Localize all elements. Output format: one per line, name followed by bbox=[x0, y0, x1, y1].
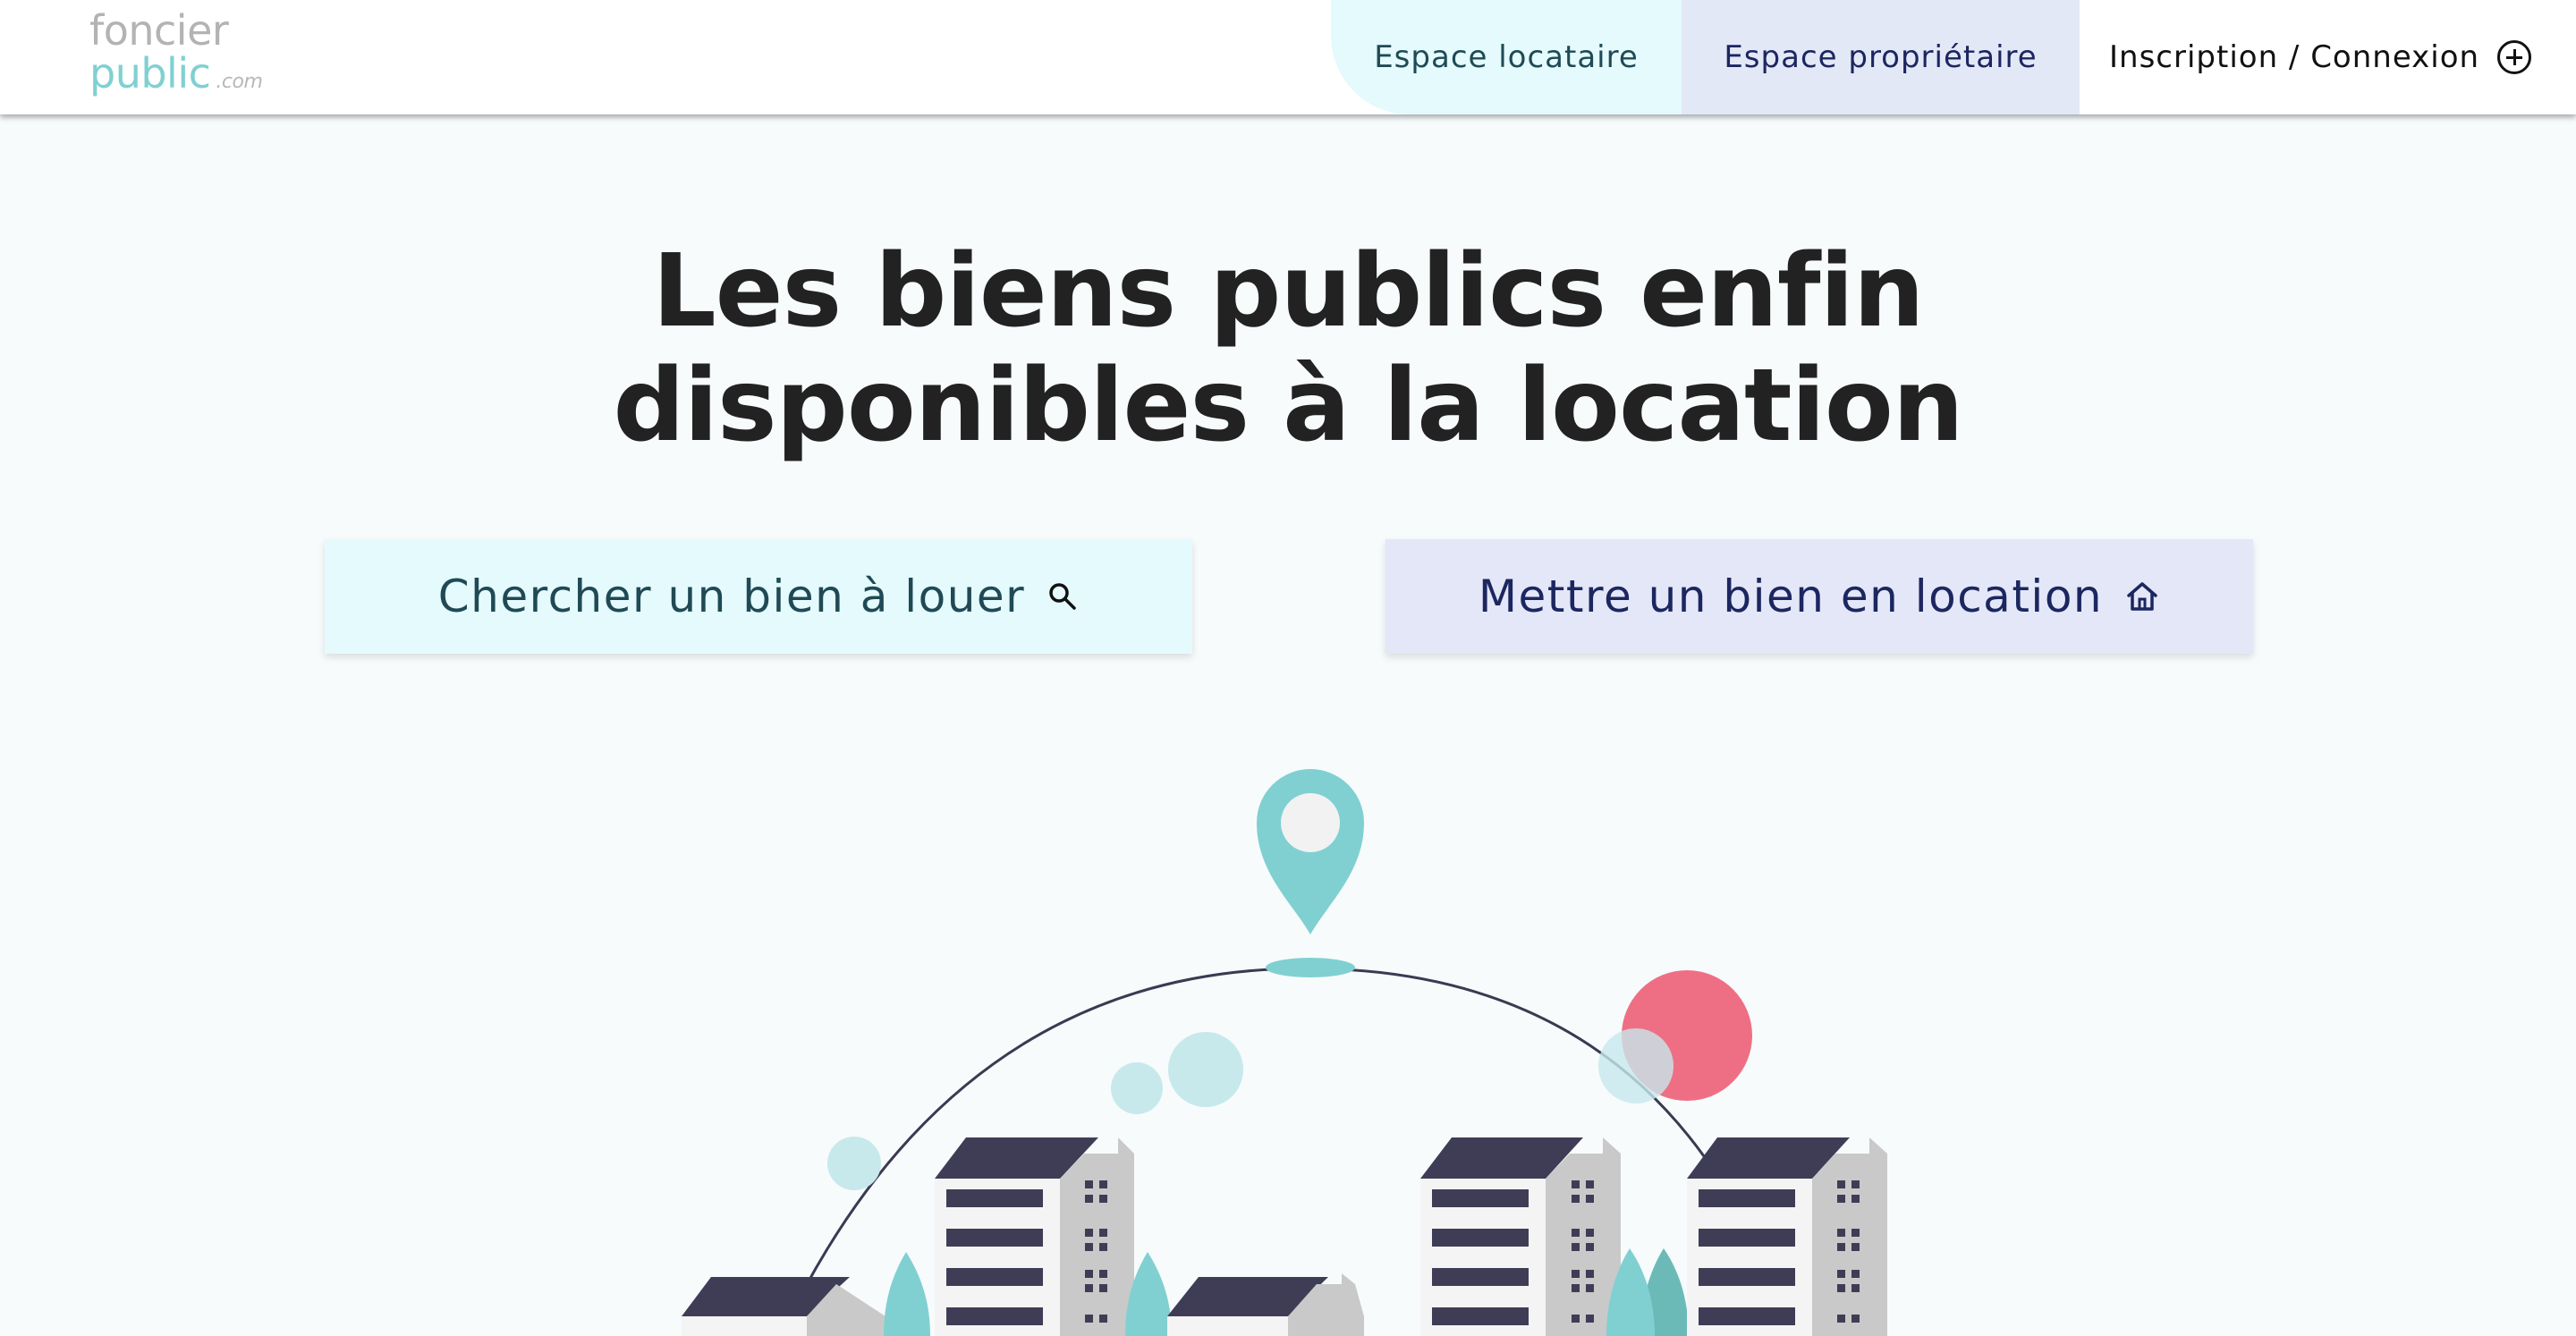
tall-building bbox=[1420, 1137, 1621, 1336]
hero-title: Les biens publics enfin disponibles à la… bbox=[0, 234, 2576, 463]
city-illustration bbox=[682, 769, 1887, 1336]
search-property-label: Chercher un bien à louer bbox=[437, 571, 1026, 622]
small-building bbox=[682, 1277, 886, 1336]
small-building bbox=[1167, 1273, 1364, 1336]
plus-circle-icon bbox=[2497, 40, 2532, 74]
search-property-button[interactable]: Chercher un bien à louer bbox=[325, 539, 1192, 654]
hero-title-line1: Les biens publics enfin bbox=[652, 233, 1924, 350]
tall-building bbox=[1687, 1137, 1887, 1336]
site-header: foncier public .com Espace locataire Espa… bbox=[0, 0, 2576, 114]
bubble bbox=[1598, 1028, 1674, 1103]
nav-tenant-space[interactable]: Espace locataire bbox=[1331, 0, 1682, 114]
nav-login[interactable]: Inscription / Connexion bbox=[2109, 0, 2532, 114]
logo-suffix: .com bbox=[216, 71, 263, 93]
site-logo[interactable]: foncier public .com bbox=[89, 6, 263, 104]
list-property-button[interactable]: Mettre un bien en location bbox=[1385, 539, 2253, 654]
location-pin-icon bbox=[1257, 769, 1364, 977]
nav-owner-space[interactable]: Espace propriétaire bbox=[1682, 0, 2080, 114]
logo-word-foncier: foncier bbox=[89, 6, 229, 55]
bubble bbox=[1168, 1032, 1243, 1107]
tree bbox=[884, 1252, 930, 1336]
tall-building bbox=[935, 1137, 1134, 1336]
list-property-label: Mettre un bien en location bbox=[1478, 571, 2104, 622]
house-icon bbox=[2124, 579, 2160, 614]
logo-word-public: public .com bbox=[89, 49, 263, 97]
bubble bbox=[1111, 1062, 1163, 1114]
hero-title-line2: disponibles à la location bbox=[613, 348, 1963, 464]
search-icon bbox=[1046, 580, 1079, 613]
nav-login-label: Inscription / Connexion bbox=[2109, 39, 2480, 75]
bubble bbox=[827, 1137, 881, 1190]
